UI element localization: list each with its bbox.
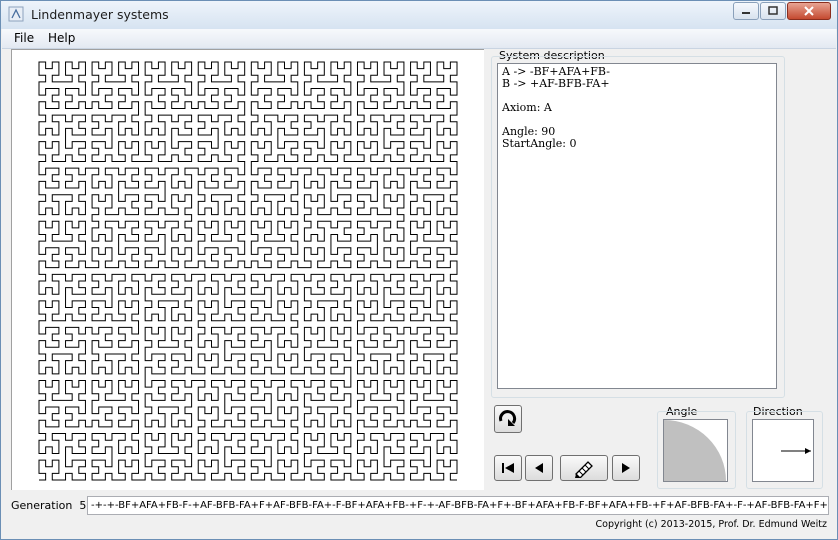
generation-label: Generation 5: <box>11 499 91 512</box>
hilbert-curve <box>38 61 458 481</box>
drawing-canvas[interactable] <box>11 49 484 490</box>
window-title: Lindenmayer systems <box>31 7 169 22</box>
rotate-icon <box>499 410 517 426</box>
edit-button[interactable] <box>560 455 608 481</box>
minimize-icon <box>742 12 750 14</box>
maximize-icon <box>768 6 778 15</box>
curve-path <box>38 61 458 481</box>
title-bar[interactable]: Lindenmayer systems <box>1 1 837 29</box>
rotate-button[interactable] <box>494 405 522 433</box>
system-description-textarea[interactable]: A -> -BF+AFA+FB- B -> +AF-BFB-FA+ Axiom: … <box>497 63 777 389</box>
app-window: Lindenmayer systems File Help System des… <box>0 0 838 540</box>
description-line: StartAngle: 0 <box>502 137 577 150</box>
skip-back-icon <box>502 463 514 473</box>
play-icon <box>622 463 630 473</box>
close-button[interactable] <box>787 2 831 20</box>
direction-preview <box>752 419 814 482</box>
menu-bar: File Help <box>2 29 836 49</box>
maximize-button[interactable] <box>760 2 786 20</box>
description-line: B -> +AF-BFB-FA+ <box>502 77 610 90</box>
app-icon <box>8 6 24 22</box>
play-back-icon <box>535 463 543 473</box>
generation-string-field[interactable]: -+-+-BF+AFA+FB-F-+AF-BFB-FA+F+AF-BFB-FA+… <box>87 496 829 515</box>
menu-help[interactable]: Help <box>48 31 75 45</box>
copyright-text: Copyright (c) 2013-2015, Prof. Dr. Edmun… <box>595 519 827 530</box>
first-generation-button[interactable] <box>494 455 522 481</box>
minimize-button[interactable] <box>733 2 759 20</box>
angle-wedge <box>664 420 726 481</box>
menu-file[interactable]: File <box>14 31 34 45</box>
previous-generation-button[interactable] <box>525 455 553 481</box>
next-generation-button[interactable] <box>612 455 640 481</box>
close-icon <box>804 6 814 16</box>
angle-preview <box>663 419 728 482</box>
arrow-right-icon <box>781 448 811 454</box>
pencil-icon <box>575 461 593 478</box>
description-line: Axiom: A <box>502 101 552 114</box>
